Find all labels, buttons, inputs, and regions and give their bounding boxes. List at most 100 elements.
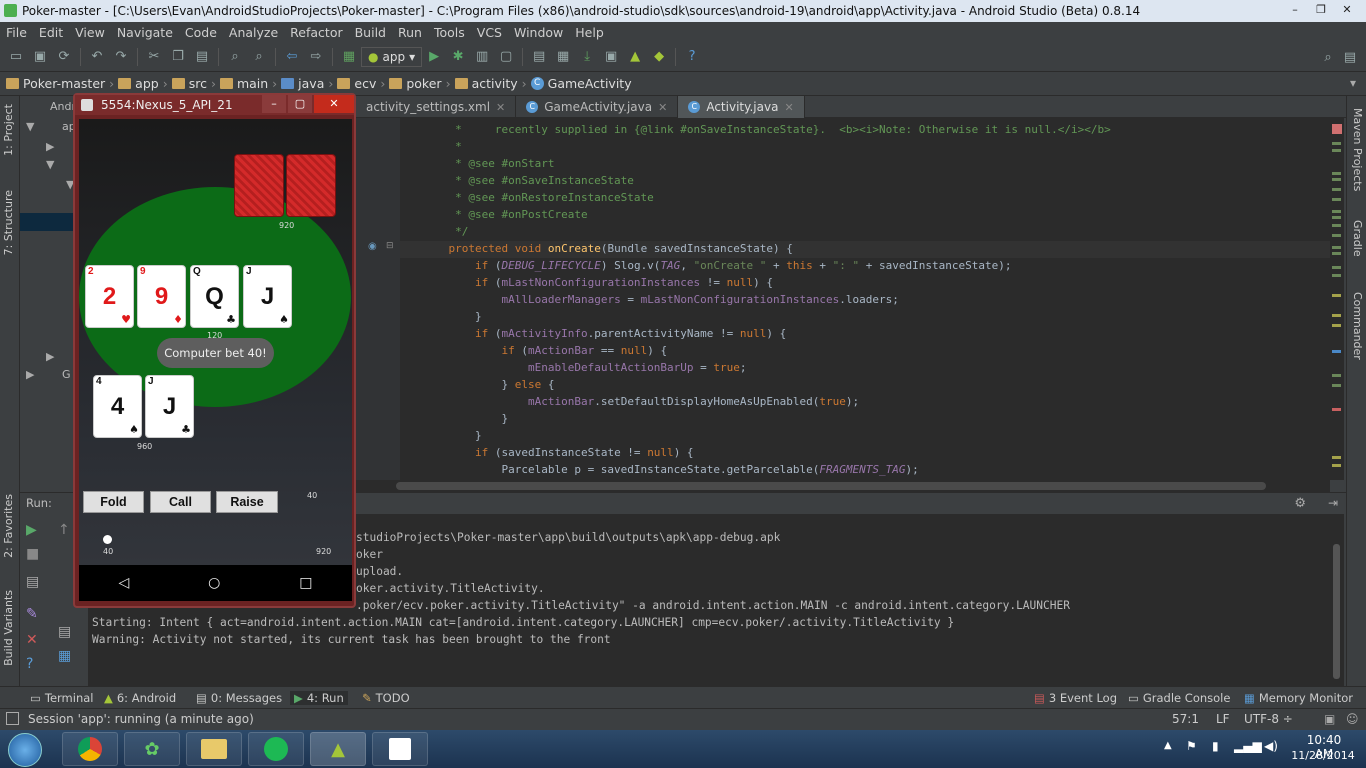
maximize-button[interactable]: ❐ bbox=[1308, 1, 1334, 19]
inspector-icon[interactable]: ☺ bbox=[1346, 712, 1359, 726]
debug-icon[interactable]: ✱ bbox=[448, 47, 468, 67]
tab-project[interactable]: 1: Project bbox=[2, 104, 15, 156]
tab-messages[interactable]: ▤ 0: Messages bbox=[196, 691, 282, 705]
tab-activity-settings-xml[interactable]: activity_settings.xml ✕ bbox=[356, 96, 517, 118]
network-icon[interactable]: ▂▄▆ bbox=[1234, 739, 1262, 753]
menu-window[interactable]: Window bbox=[508, 25, 569, 40]
back-icon[interactable]: ◁ bbox=[118, 575, 129, 591]
menu-analyze[interactable]: Analyze bbox=[223, 25, 284, 40]
open-folder-icon[interactable]: ▭ bbox=[6, 47, 26, 67]
find-icon[interactable]: ⌕ bbox=[225, 47, 245, 67]
close-button[interactable]: ✕ bbox=[1334, 1, 1360, 19]
menu-code[interactable]: Code bbox=[179, 25, 223, 40]
make-project-icon[interactable]: ▦ bbox=[339, 47, 359, 67]
game-screen[interactable]: 920 2 2 ♥ 9 9 ♦ Q Q ♣ J J ♠ 120 Computer… bbox=[79, 119, 352, 565]
stop-icon[interactable]: ▢ bbox=[496, 47, 516, 67]
tree-expand-icon[interactable]: ▶ bbox=[46, 350, 54, 363]
tab-maven-projects[interactable]: Maven Projects bbox=[1351, 108, 1364, 191]
menu-help[interactable]: Help bbox=[569, 25, 610, 40]
tree-selected-row[interactable] bbox=[20, 213, 80, 231]
tab-android[interactable]: ▲ 6: Android bbox=[104, 691, 176, 705]
tree-expand-icon[interactable]: ▶ bbox=[26, 368, 34, 381]
replace-icon[interactable]: ⌕ bbox=[249, 47, 269, 67]
menu-file[interactable]: File bbox=[0, 25, 33, 40]
editor-horizontal-scrollbar[interactable] bbox=[356, 480, 1330, 492]
attach-debugger-icon[interactable]: ▥ bbox=[472, 47, 492, 67]
help-icon[interactable]: ? bbox=[26, 656, 33, 672]
android-sdk-icon[interactable]: ◆ bbox=[649, 47, 669, 67]
emulator-taskbar-button[interactable] bbox=[372, 732, 428, 766]
call-button[interactable]: Call bbox=[150, 491, 211, 513]
file-encoding[interactable]: UTF-8 ÷ bbox=[1244, 712, 1293, 726]
android-device-monitor-icon[interactable]: ▲ bbox=[625, 47, 645, 67]
tab-structure[interactable]: 7: Structure bbox=[2, 190, 15, 255]
tab-favorites[interactable]: 2: Favorites bbox=[2, 494, 15, 558]
menu-run[interactable]: Run bbox=[392, 25, 428, 40]
android-studio-taskbar-button[interactable]: ▲ bbox=[310, 732, 366, 766]
breadcrumb-java[interactable]: java › bbox=[281, 76, 333, 91]
stop-icon[interactable]: ■ bbox=[26, 546, 39, 562]
gradle-sync-icon[interactable]: ⤓ bbox=[577, 47, 597, 67]
menu-vcs[interactable]: VCS bbox=[471, 25, 508, 40]
menu-build[interactable]: Build bbox=[349, 25, 392, 40]
tree-expand-icon[interactable]: ▼ bbox=[46, 158, 54, 171]
tab-build-variants[interactable]: Build Variants bbox=[2, 590, 15, 666]
help-icon[interactable]: ? bbox=[682, 47, 702, 67]
sync-icon[interactable]: ⟳ bbox=[54, 47, 74, 67]
paste-icon[interactable]: ▤ bbox=[192, 47, 212, 67]
print-icon[interactable]: ▤ bbox=[58, 624, 71, 640]
volume-icon[interactable]: ◀) bbox=[1264, 739, 1278, 753]
tab-memory-monitor[interactable]: ▦ Memory Monitor bbox=[1244, 691, 1353, 705]
tab-commander[interactable]: Commander bbox=[1351, 292, 1364, 360]
home-icon[interactable]: ○ bbox=[208, 575, 220, 591]
tool-windows-icon[interactable] bbox=[6, 712, 19, 725]
breadcrumb-ecv[interactable]: ecv › bbox=[337, 76, 385, 91]
settings-icon[interactable]: ▤ bbox=[1340, 47, 1360, 67]
tab-terminal[interactable]: ▭ Terminal bbox=[30, 691, 93, 705]
caret-position[interactable]: 57:1 bbox=[1172, 712, 1199, 726]
tab-gameactivity-java[interactable]: C GameActivity.java ✕ bbox=[516, 96, 679, 118]
close-tab-icon[interactable]: ✕ bbox=[496, 101, 505, 114]
nav-dropdown-icon[interactable]: ▾ bbox=[1350, 76, 1356, 90]
breadcrumb-activity[interactable]: activity › bbox=[454, 76, 527, 91]
back-icon[interactable]: ⇦ bbox=[282, 47, 302, 67]
breadcrumb-poker[interactable]: poker › bbox=[389, 76, 451, 91]
rerun-icon[interactable]: ▶ bbox=[26, 522, 37, 538]
close-tab-icon[interactable]: ✕ bbox=[784, 101, 793, 114]
menu-tools[interactable]: Tools bbox=[428, 25, 471, 40]
gear-icon[interactable]: ⚙ bbox=[1294, 496, 1306, 511]
explorer-taskbar-button[interactable] bbox=[186, 732, 242, 766]
tab-gradle[interactable]: Gradle bbox=[1351, 220, 1364, 257]
action-center-icon[interactable]: ⚑ bbox=[1186, 739, 1197, 753]
menu-refactor[interactable]: Refactor bbox=[284, 25, 348, 40]
breadcrumb-src[interactable]: src › bbox=[171, 76, 216, 91]
redo-icon[interactable]: ↷ bbox=[111, 47, 131, 67]
start-button[interactable] bbox=[8, 733, 42, 767]
undo-icon[interactable]: ↶ bbox=[87, 47, 107, 67]
show-hidden-icons[interactable]: ▲ bbox=[1164, 740, 1172, 751]
error-stripe[interactable] bbox=[1330, 118, 1344, 480]
cut-icon[interactable]: ✂ bbox=[144, 47, 164, 67]
close-tab-icon[interactable]: ✕ bbox=[658, 101, 667, 114]
scrollbar-thumb[interactable] bbox=[396, 482, 1266, 490]
line-separator[interactable]: LF bbox=[1216, 712, 1230, 726]
menu-view[interactable]: View bbox=[69, 25, 111, 40]
bet-slider-thumb[interactable] bbox=[103, 535, 112, 544]
console-scrollbar[interactable] bbox=[1330, 514, 1344, 686]
run-icon[interactable]: ▶ bbox=[424, 47, 444, 67]
breadcrumb-project[interactable]: Poker-master › bbox=[6, 76, 114, 91]
clear-icon[interactable]: ▦ bbox=[58, 648, 71, 664]
frogger-taskbar-button[interactable]: ✿ bbox=[124, 732, 180, 766]
emulator-minimize-button[interactable]: – bbox=[262, 95, 286, 113]
fold-button[interactable]: Fold bbox=[83, 491, 144, 513]
scrollbar-thumb[interactable] bbox=[1333, 544, 1340, 679]
project-structure-icon[interactable]: ▦ bbox=[553, 47, 573, 67]
breadcrumb-gameactivity[interactable]: C GameActivity bbox=[530, 76, 632, 91]
menu-navigate[interactable]: Navigate bbox=[111, 25, 179, 40]
breadcrumb-app[interactable]: app › bbox=[118, 76, 168, 91]
scroll-up-icon[interactable]: ↑ bbox=[58, 522, 70, 538]
raise-button[interactable]: Raise bbox=[216, 491, 278, 513]
sdk-manager-icon[interactable]: ▤ bbox=[529, 47, 549, 67]
tab-gradle-console[interactable]: ▭ Gradle Console bbox=[1128, 691, 1230, 705]
emulator-maximize-button[interactable]: ▢ bbox=[288, 95, 312, 113]
